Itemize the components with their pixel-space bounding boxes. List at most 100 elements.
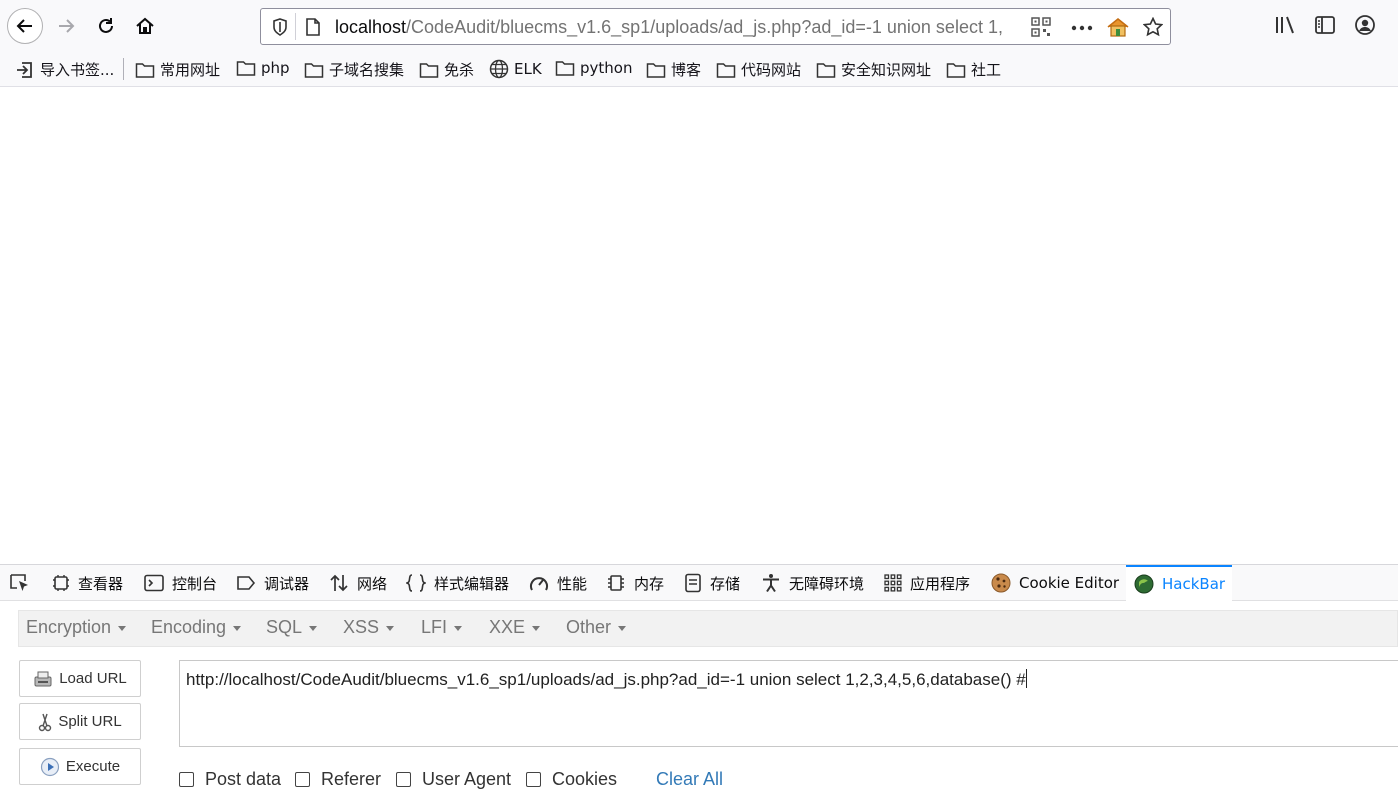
hackbar-menu: Encryption Encoding SQL XSS LFI XXE Othe… [18,610,1398,647]
checkbox-box[interactable] [295,772,310,787]
post-data-checkbox[interactable]: Post data [179,769,281,790]
bookmark-folder[interactable]: 博客 [646,59,701,80]
bookmark-folder[interactable]: 代码网站 [716,59,801,80]
menu-encoding[interactable]: Encoding [151,617,242,638]
tab-debugger[interactable]: 调试器 [236,565,309,601]
tab-label: 样式编辑器 [434,574,510,593]
bookmark-folder[interactable]: 子域名搜集 [304,59,404,80]
shield-icon[interactable] [271,17,289,37]
bookmark-label: 代码网站 [741,61,802,79]
bookmarks-toolbar: 导入书签... 常用网址 php 子域名搜集 免杀 ELK python 博客 … [0,53,1398,87]
menu-other[interactable]: Other [566,617,627,638]
menu-label: Encoding [151,617,227,637]
folder-icon [304,62,324,78]
bookmark-folder[interactable]: 免杀 [419,59,474,80]
account-icon[interactable] [1354,14,1376,36]
hackbar-panel: Encryption Encoding SQL XSS LFI XXE Othe… [0,601,1398,791]
url-host: localhost [335,17,407,37]
bookmark-folder[interactable]: 社工 [946,59,1001,80]
element-picker-button[interactable] [9,565,39,601]
split-url-button[interactable]: Split URL [19,703,141,740]
folder-icon [816,62,836,78]
tab-accessibility[interactable]: 无障碍环境 [761,565,864,601]
menu-lfi[interactable]: LFI [421,617,463,638]
play-icon [40,757,59,776]
application-icon [884,574,902,592]
hackbar-icon [1134,574,1154,594]
url-textarea[interactable]: http://localhost/CodeAudit/bluecms_v1.6_… [179,660,1398,747]
home-button[interactable] [127,8,163,44]
cookies-checkbox[interactable]: Cookies [526,769,617,790]
tab-console[interactable]: 控制台 [144,565,217,601]
tab-hackbar[interactable]: HackBar [1126,565,1232,601]
forward-button[interactable] [48,8,84,44]
bookmark-star-icon[interactable] [1143,17,1163,37]
back-button[interactable] [7,8,43,44]
menu-xxe[interactable]: XXE [489,617,541,638]
bookmark-label: php [261,59,290,77]
menu-label: XSS [343,617,380,637]
referer-checkbox[interactable]: Referer [295,769,381,790]
split-url-label: Split URL [58,713,122,730]
globe-icon [489,59,509,79]
menu-sql[interactable]: SQL [266,617,318,638]
checkbox-label: User Agent [422,769,512,789]
clear-all-link[interactable]: Clear All [656,769,723,790]
tab-network[interactable]: 网络 [329,565,387,601]
scissors-icon [39,713,52,731]
load-url-icon [34,671,52,686]
bookmark-folder[interactable]: python [555,59,632,77]
url-text[interactable]: localhost/CodeAudit/bluecms_v1.6_sp1/upl… [335,17,1025,38]
bookmark-label: 免杀 [444,61,475,79]
execute-button[interactable]: Execute [19,748,141,785]
tab-storage[interactable]: 存储 [684,565,740,601]
dropdown-caret-icon [386,625,395,631]
more-actions-icon[interactable] [1071,25,1093,31]
execute-label: Execute [65,758,121,775]
bookmark-label: 导入书签... [40,61,115,79]
folder-icon [236,61,256,76]
bookmark-folder[interactable]: php [236,59,290,77]
cookie-icon [991,573,1011,593]
debugger-icon [237,576,256,590]
menu-label: XXE [489,617,526,637]
bookmark-folder[interactable]: 安全知识网址 [816,59,931,80]
page-info-icon[interactable] [305,17,321,37]
qr-code-icon[interactable] [1031,17,1051,37]
load-url-button[interactable]: Load URL [19,660,141,697]
tab-label: 性能 [557,574,588,593]
tab-style-editor[interactable]: 样式编辑器 [406,565,509,601]
memory-icon [608,575,624,591]
menu-encryption[interactable]: Encryption [26,617,127,638]
dropdown-caret-icon [118,625,127,631]
checkbox-box[interactable] [526,772,541,787]
library-icon[interactable] [1274,14,1296,36]
tab-memory[interactable]: 内存 [606,565,664,601]
tab-cookie-editor[interactable]: Cookie Editor [991,565,1119,601]
load-url-label: Load URL [59,670,127,687]
back-arrow-icon [16,19,32,33]
tab-application[interactable]: 应用程序 [884,565,970,601]
checkbox-box[interactable] [179,772,194,787]
checkbox-box[interactable] [396,772,411,787]
bookmark-import[interactable]: 导入书签... [15,59,114,80]
reload-button[interactable] [88,8,124,44]
tab-performance[interactable]: 性能 [529,565,587,601]
tab-label: 存储 [710,574,741,593]
user-agent-checkbox[interactable]: User Agent [396,769,511,790]
checkbox-label: Post data [205,769,282,789]
menu-label: LFI [421,617,448,637]
bookmark-separator [123,58,124,80]
bookmark-link[interactable]: ELK [489,59,542,79]
dropdown-caret-icon [532,625,541,631]
dropdown-caret-icon [309,625,318,631]
bookmark-folder[interactable]: 常用网址 [135,59,220,80]
menu-xss[interactable]: XSS [343,617,395,638]
address-bar[interactable]: localhost/CodeAudit/bluecms_v1.6_sp1/upl… [260,8,1171,45]
tab-inspector[interactable]: 查看器 [52,565,123,601]
devtools-toolbar: 查看器 控制台 调试器 网络 样式编辑器 性能 内存 存储 无障碍环境 应用程序… [0,564,1398,601]
home-extension-icon[interactable] [1107,17,1129,37]
bookmark-label: 常用网址 [160,61,221,79]
address-separator [295,13,296,40]
sidebar-toggle-icon[interactable] [1314,14,1336,36]
